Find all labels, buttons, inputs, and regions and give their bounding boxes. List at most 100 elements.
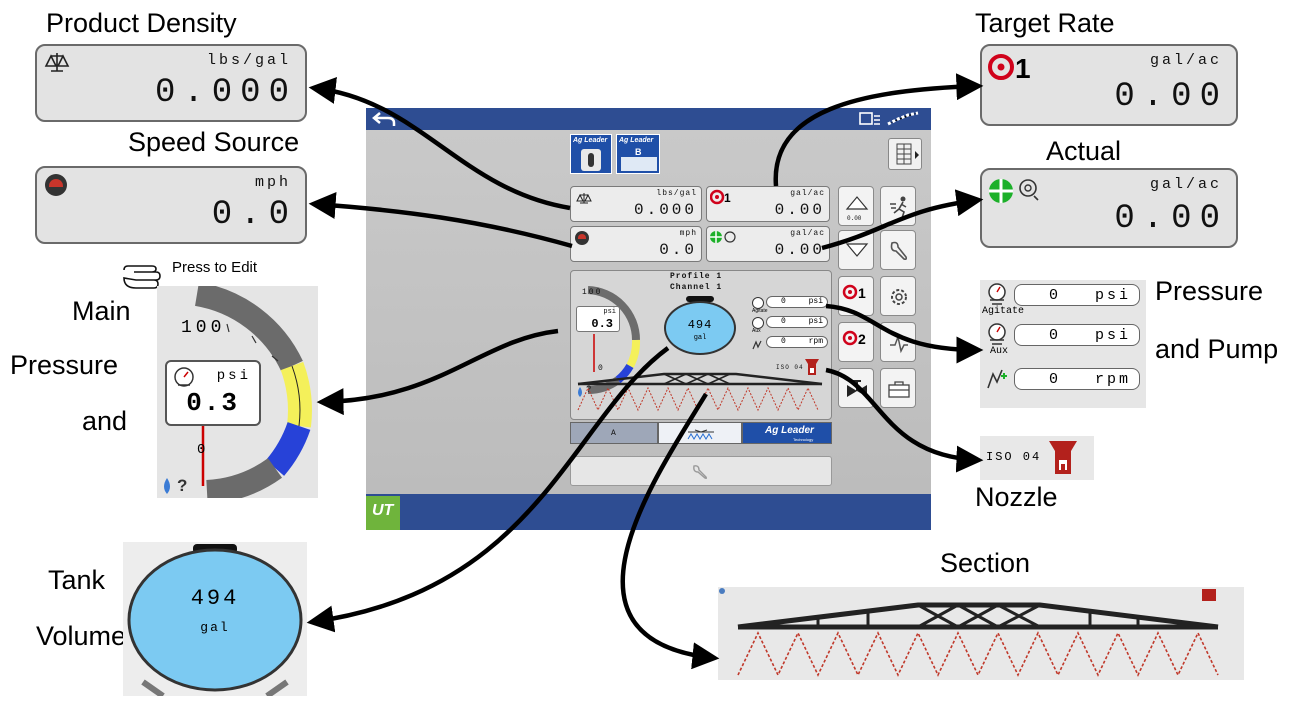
actual-rate-icon [710,230,740,244]
tank-graphic-big [127,544,303,699]
grid-menu-icon[interactable] [888,138,922,170]
svg-text:1: 1 [724,191,731,205]
target-rate-1-button[interactable]: 1 [838,276,874,316]
pump-row-big[interactable]: 0 rpm [980,364,1146,404]
aux-caption: Aux [752,328,761,334]
target-2-icon: 2 [842,329,872,347]
pump-value-big: 0 [1049,371,1059,388]
aux-pressure-row[interactable]: 0 psi Aux [752,316,830,334]
pressure-label: Pressure [10,350,119,380]
actual-value: 0.00 [774,241,825,259]
tab2-logo: Ag Leader [619,137,654,144]
tab1-logo: Ag Leader [573,137,608,144]
pressure-gauge-icon [173,366,195,388]
display-device: Ag Leader Ag Leader B lbs/gal 0.000 1 ga… [366,108,931,530]
main-pressure-readout[interactable]: psi 0.3 [165,360,261,426]
speed-source-panel[interactable]: mph 0.0 [35,166,307,244]
target-value: 0.00 [774,201,825,219]
target-rate-2-button[interactable]: 2 [838,322,874,362]
increase-rate-button[interactable]: 0.00 [838,186,874,226]
tank-volume-panel[interactable]: 494 gal [123,542,307,699]
valve-icon [845,377,869,401]
scale-icon [43,52,71,74]
pump-icon [752,337,762,350]
density-cell[interactable]: lbs/gal 0.000 [570,186,702,222]
gauge-unit: psi [603,308,616,316]
tank-volume-unit-big: gal [200,620,230,635]
pump-icon [986,366,1010,390]
decrease-rate-button[interactable] [838,230,874,270]
wrench-icon [691,463,709,481]
target-unit-big: gal/ac [1149,52,1222,69]
tab-implement-2[interactable]: Ag Leader B [616,134,660,174]
help-icon[interactable]: ? [177,476,187,496]
svg-text:1: 1 [858,285,866,301]
agitate-pressure-row[interactable]: 0 psi Agitate [752,296,830,314]
agitate-row-big[interactable]: 0 psi Agitate [980,280,1146,320]
ut-label: UT [372,502,394,519]
target-rate-cell[interactable]: 1 gal/ac 0.00 [706,186,830,222]
tab-a-label: A [611,429,616,438]
pump-unit: rpm [808,337,823,346]
agitate-unit-big: psi [1094,287,1131,304]
svg-text:2: 2 [858,331,866,347]
tank-graphic[interactable]: 494 gal [662,296,738,356]
toolbox-button[interactable] [880,368,916,408]
target-rate-panel[interactable]: 1 gal/ac 0.00 [980,44,1238,126]
gauge-high-label-big: 100 [181,318,226,338]
pressure-gauge-icon [986,322,1008,346]
press-to-edit-label: Press to Edit [172,259,258,276]
actual-unit: gal/ac [790,229,825,238]
actual-rate-cell[interactable]: gal/ac 0.00 [706,226,830,262]
speed-value: 0.0 [659,241,697,259]
diagnostics-button[interactable] [880,322,916,362]
pump-rpm-row[interactable]: 0 rpm [752,336,830,350]
aux-unit: psi [808,317,823,326]
aux-row-big[interactable]: 0 psi Aux [980,322,1146,362]
tab-implement-1[interactable]: Ag Leader [570,134,612,174]
pressure-pump-panel[interactable]: 0 psi Agitate 0 psi Aux 0 rpm [980,280,1146,408]
pulse-icon [888,331,910,355]
target-icon: 1 [709,189,736,205]
scale-icon [575,191,593,204]
speedometer-icon [45,174,67,196]
ag-leader-tab[interactable]: Ag Leader Technology [742,422,832,444]
valve-button[interactable] [838,368,874,408]
target-icon: 1 [988,52,1038,84]
pump-value: 0 [781,337,786,346]
tab-sprayer[interactable] [658,422,742,444]
target-unit: gal/ac [790,189,825,198]
tab-a[interactable]: A [570,422,658,444]
tank-volume-unit: gal [693,334,707,342]
nozzle-code-big: ISO 04 [986,450,1042,464]
run-button[interactable] [880,186,916,226]
agitate-value: 0 [781,297,786,306]
gear-icon [888,285,910,309]
section-panel[interactable] [718,587,1244,680]
ut-button[interactable]: UT [366,496,400,530]
nozzle-panel[interactable]: ISO 04 [980,436,1094,480]
down-arrow-icon [845,241,869,259]
section-label: Section [940,548,1031,578]
actual-panel[interactable]: gal/ac 0.00 [980,168,1238,248]
density-unit: lbs/gal [656,189,697,198]
product-density-panel[interactable]: lbs/gal 0.000 [35,44,307,122]
agitate-caption-big: Agitate [982,306,1025,317]
speed-cell[interactable]: mph 0.0 [570,226,702,262]
run-icon [889,195,911,219]
main-pressure-panel[interactable]: 100 0 psi 0.3 ? [157,282,318,504]
aux-value-big: 0 [1049,327,1059,344]
boom-icon [719,588,1219,677]
boom-icon[interactable] [574,360,826,416]
main-screen: Ag Leader Ag Leader B lbs/gal 0.000 1 ga… [366,130,931,494]
main-pressure-value: 0.3 [186,388,239,418]
agitate-unit: psi [808,297,823,306]
settings-button[interactable] [880,276,916,316]
wrench-button[interactable] [880,230,916,270]
tool-bar[interactable] [570,456,832,486]
target-value-big: 0.00 [1114,78,1228,116]
density-value-big: 0.000 [154,74,297,112]
pump-unit-big: rpm [1094,371,1131,388]
back-arrow-icon[interactable] [372,111,396,127]
gauge-readout[interactable]: psi 0.3 [576,306,620,332]
